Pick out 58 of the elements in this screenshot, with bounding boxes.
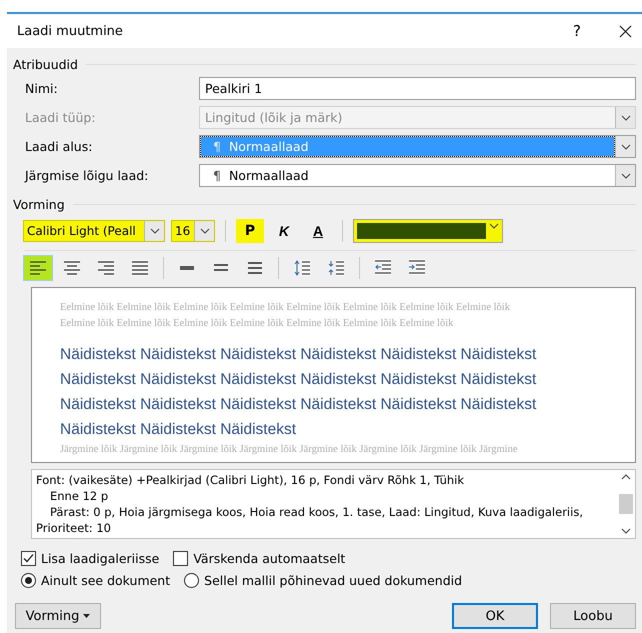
close-icon[interactable] — [619, 24, 632, 38]
dropdown-field[interactable]: ¶ Normaallaad — [199, 164, 636, 187]
align-right-icon — [98, 260, 114, 276]
radio-button[interactable] — [21, 572, 36, 588]
chevron-down-icon — [620, 114, 630, 120]
align-left-icon — [30, 260, 46, 276]
outdent-icon — [374, 260, 392, 276]
checkbox[interactable] — [173, 550, 188, 566]
italic-button[interactable]: K — [270, 219, 298, 243]
description-text: Enne 12 p — [49, 488, 110, 504]
chevron-down-icon — [150, 228, 160, 234]
next-paragraph-text: Järgmine lõik Järgmine lõik Järgmine lõik Järgmine lõik Järgmine lõik Järgmine lõik Järgmine lõik Järgmine — [60, 443, 518, 457]
checkbox-label: Värskenda automaatselt — [193, 550, 346, 566]
description-text: Pärast: 0 p, Hoia järgmisega koos, Hoia read koos, 1. tase, Laad: Lingitud, Kuva laadigaleriis, — [49, 504, 584, 520]
chevron-down-icon — [489, 223, 499, 229]
increase-spacing-icon — [294, 260, 310, 276]
sample-text: Näidistekst Näidistekst Näidistekst Näidistekst Näidistekst Näidistekst — [60, 395, 538, 415]
caret-icon — [83, 614, 90, 618]
decrease-spacing-icon — [328, 260, 344, 276]
chevron-down-icon — [620, 172, 630, 178]
field-label: Laadi alus: — [25, 139, 94, 154]
radio-label: Sellel mallil põhinevad uued dokumendid — [204, 572, 462, 588]
radio-button[interactable] — [184, 572, 200, 588]
font-dropdown[interactable]: Calibri Light (Peall — [23, 220, 165, 242]
description-text: Font: (vaikesäte) +Pealkirjad (Calibri Light), 16 p, Fondi värv Rõhk 1, Tühik — [36, 472, 466, 488]
input-field[interactable]: Pealkiri 1 — [199, 77, 636, 100]
chevron-down-icon — [200, 228, 210, 234]
double-spacing-icon — [246, 260, 264, 276]
sample-text: Näidistekst Näidistekst Näidistekst Näidistekst Näidistekst Näidistekst — [60, 345, 538, 365]
field-label: Nimi: — [25, 81, 59, 96]
align-left-button[interactable] — [23, 255, 53, 281]
sample-text: Näidistekst Näidistekst Näidistekst — [60, 420, 298, 440]
window-title: Laadi muutmine — [17, 24, 124, 38]
cancel-button[interactable]: Loobu — [550, 603, 636, 629]
align-center-icon — [64, 260, 80, 276]
previous-paragraph-text: Eelmine lõik Eelmine lõik Eelmine lõik Eelmine lõik Eelmine lõik Eelmine lõik Eelmine lõik — [60, 317, 454, 331]
ok-button[interactable]: OK — [452, 603, 538, 629]
underline-button[interactable]: A — [304, 219, 332, 243]
help-button[interactable]: ? — [573, 22, 581, 40]
bold-button[interactable]: P — [236, 219, 264, 243]
field-label: Laadi tüüp: — [25, 110, 97, 125]
field-label: Järgmise lõigu laad: — [25, 168, 150, 183]
section-heading: Atribuudid — [13, 56, 78, 72]
previous-paragraph-text: Eelmine lõik Eelmine lõik Eelmine lõik Eelmine lõik Eelmine lõik Eelmine lõik Eelmine lõik Eelmine lõik — [60, 301, 511, 315]
radio-label: Ainult see dokument — [41, 572, 170, 588]
indent-icon — [408, 260, 426, 276]
font-color-dropdown[interactable] — [353, 219, 503, 243]
font-size-dropdown[interactable]: 16 — [171, 220, 215, 242]
section-heading: Vorming — [13, 196, 65, 212]
description-text: Prioriteet: 10 — [36, 520, 112, 536]
sample-text: Näidistekst Näidistekst Näidistekst Näidistekst Näidistekst Näidistekst — [60, 370, 538, 390]
justify-icon — [132, 260, 148, 276]
checkbox[interactable] — [21, 550, 36, 566]
chevron-down-icon — [621, 528, 631, 534]
format-menu-button[interactable]: Vorming — [15, 603, 101, 629]
chevron-down-icon — [620, 144, 630, 150]
checkbox-label: Lisa laadigaleriisse — [41, 550, 160, 566]
chevron-up-icon — [621, 474, 631, 480]
